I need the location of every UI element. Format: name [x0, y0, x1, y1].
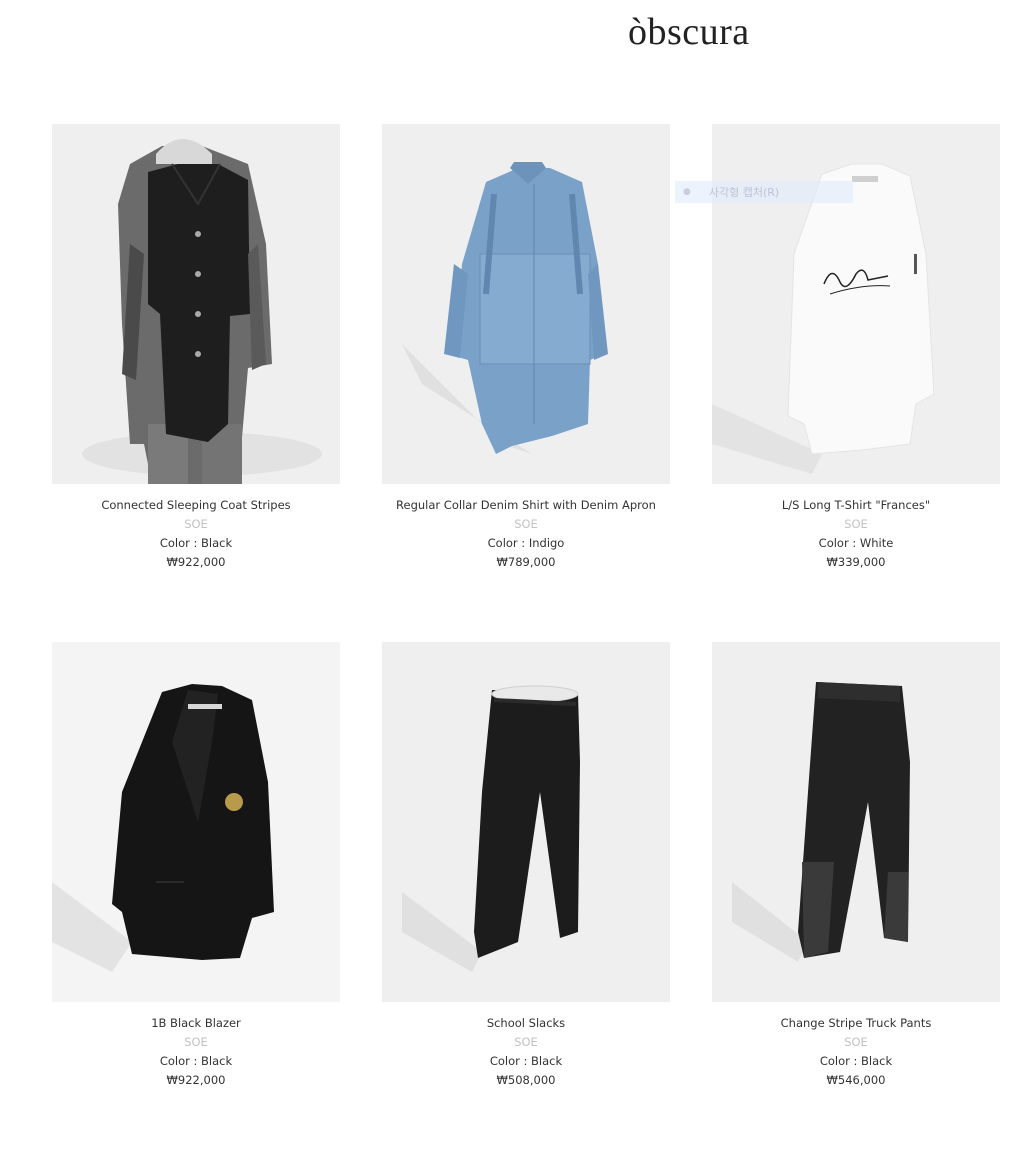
product-image[interactable] — [382, 642, 670, 1002]
product-info: Connected Sleeping Coat Stripes SOE Colo… — [52, 484, 340, 572]
long-tshirt-image — [712, 163, 935, 474]
blazer-image — [52, 642, 340, 1002]
product-color: Color : White — [818, 536, 894, 550]
product-grid: Connected Sleeping Coat Stripes SOE Colo… — [0, 0, 1026, 1168]
product-color: Color : Black — [489, 1054, 563, 1068]
product-brand: SOE — [514, 517, 538, 531]
denim-shirt-image — [402, 162, 608, 454]
product-price: ₩339,000 — [826, 555, 886, 569]
product-name[interactable]: Connected Sleeping Coat Stripes — [52, 496, 340, 515]
product-image[interactable] — [382, 124, 670, 484]
slacks-image — [402, 685, 580, 972]
product-info: School Slacks SOE Color : Black ₩508,000 — [382, 1002, 670, 1090]
product-card[interactable]: School Slacks SOE Color : Black ₩508,000 — [382, 642, 670, 1090]
product-color: Color : Black — [819, 1054, 893, 1068]
product-name[interactable]: Regular Collar Denim Shirt with Denim Ap… — [382, 496, 670, 515]
truck-pants-image — [732, 682, 910, 962]
product-brand: SOE — [514, 1035, 538, 1049]
product-info: L/S Long T-Shirt "Frances" SOE Color : W… — [712, 484, 1000, 572]
product-price: ₩922,000 — [166, 1073, 226, 1087]
product-price: ₩508,000 — [496, 1073, 556, 1087]
product-brand: SOE — [844, 517, 868, 531]
product-info: Change Stripe Truck Pants SOE Color : Bl… — [712, 1002, 1000, 1090]
product-card[interactable]: Regular Collar Denim Shirt with Denim Ap… — [382, 124, 670, 572]
product-price: ₩922,000 — [166, 555, 226, 569]
coat-image — [82, 139, 322, 484]
dot-icon: ● — [683, 187, 691, 197]
product-image[interactable] — [712, 124, 1000, 484]
capture-label: 사각형 캡처(R) — [708, 186, 780, 199]
product-card[interactable]: Change Stripe Truck Pants SOE Color : Bl… — [712, 642, 1000, 1090]
product-price: ₩789,000 — [496, 555, 556, 569]
product-brand: SOE — [184, 1035, 208, 1049]
product-brand: SOE — [184, 517, 208, 531]
product-image[interactable] — [52, 642, 340, 1002]
product-name[interactable]: Change Stripe Truck Pants — [712, 1014, 1000, 1033]
product-name[interactable]: L/S Long T-Shirt "Frances" — [712, 496, 1000, 515]
product-color: Color : Indigo — [487, 536, 565, 550]
product-card[interactable]: 1B Black Blazer SOE Color : Black ₩922,0… — [52, 642, 340, 1090]
product-price: ₩546,000 — [826, 1073, 886, 1087]
capture-tooltip: ● 사각형 캡처(R) — [675, 181, 853, 203]
product-image[interactable] — [712, 642, 1000, 1002]
product-name[interactable]: 1B Black Blazer — [52, 1014, 340, 1033]
product-brand: SOE — [844, 1035, 868, 1049]
product-info: 1B Black Blazer SOE Color : Black ₩922,0… — [52, 1002, 340, 1090]
product-card[interactable]: Connected Sleeping Coat Stripes SOE Colo… — [52, 124, 340, 572]
product-image[interactable] — [52, 124, 340, 484]
product-color: Color : Black — [159, 1054, 233, 1068]
product-name[interactable]: School Slacks — [382, 1014, 670, 1033]
product-color: Color : Black — [159, 536, 233, 550]
product-info: Regular Collar Denim Shirt with Denim Ap… — [382, 484, 670, 572]
